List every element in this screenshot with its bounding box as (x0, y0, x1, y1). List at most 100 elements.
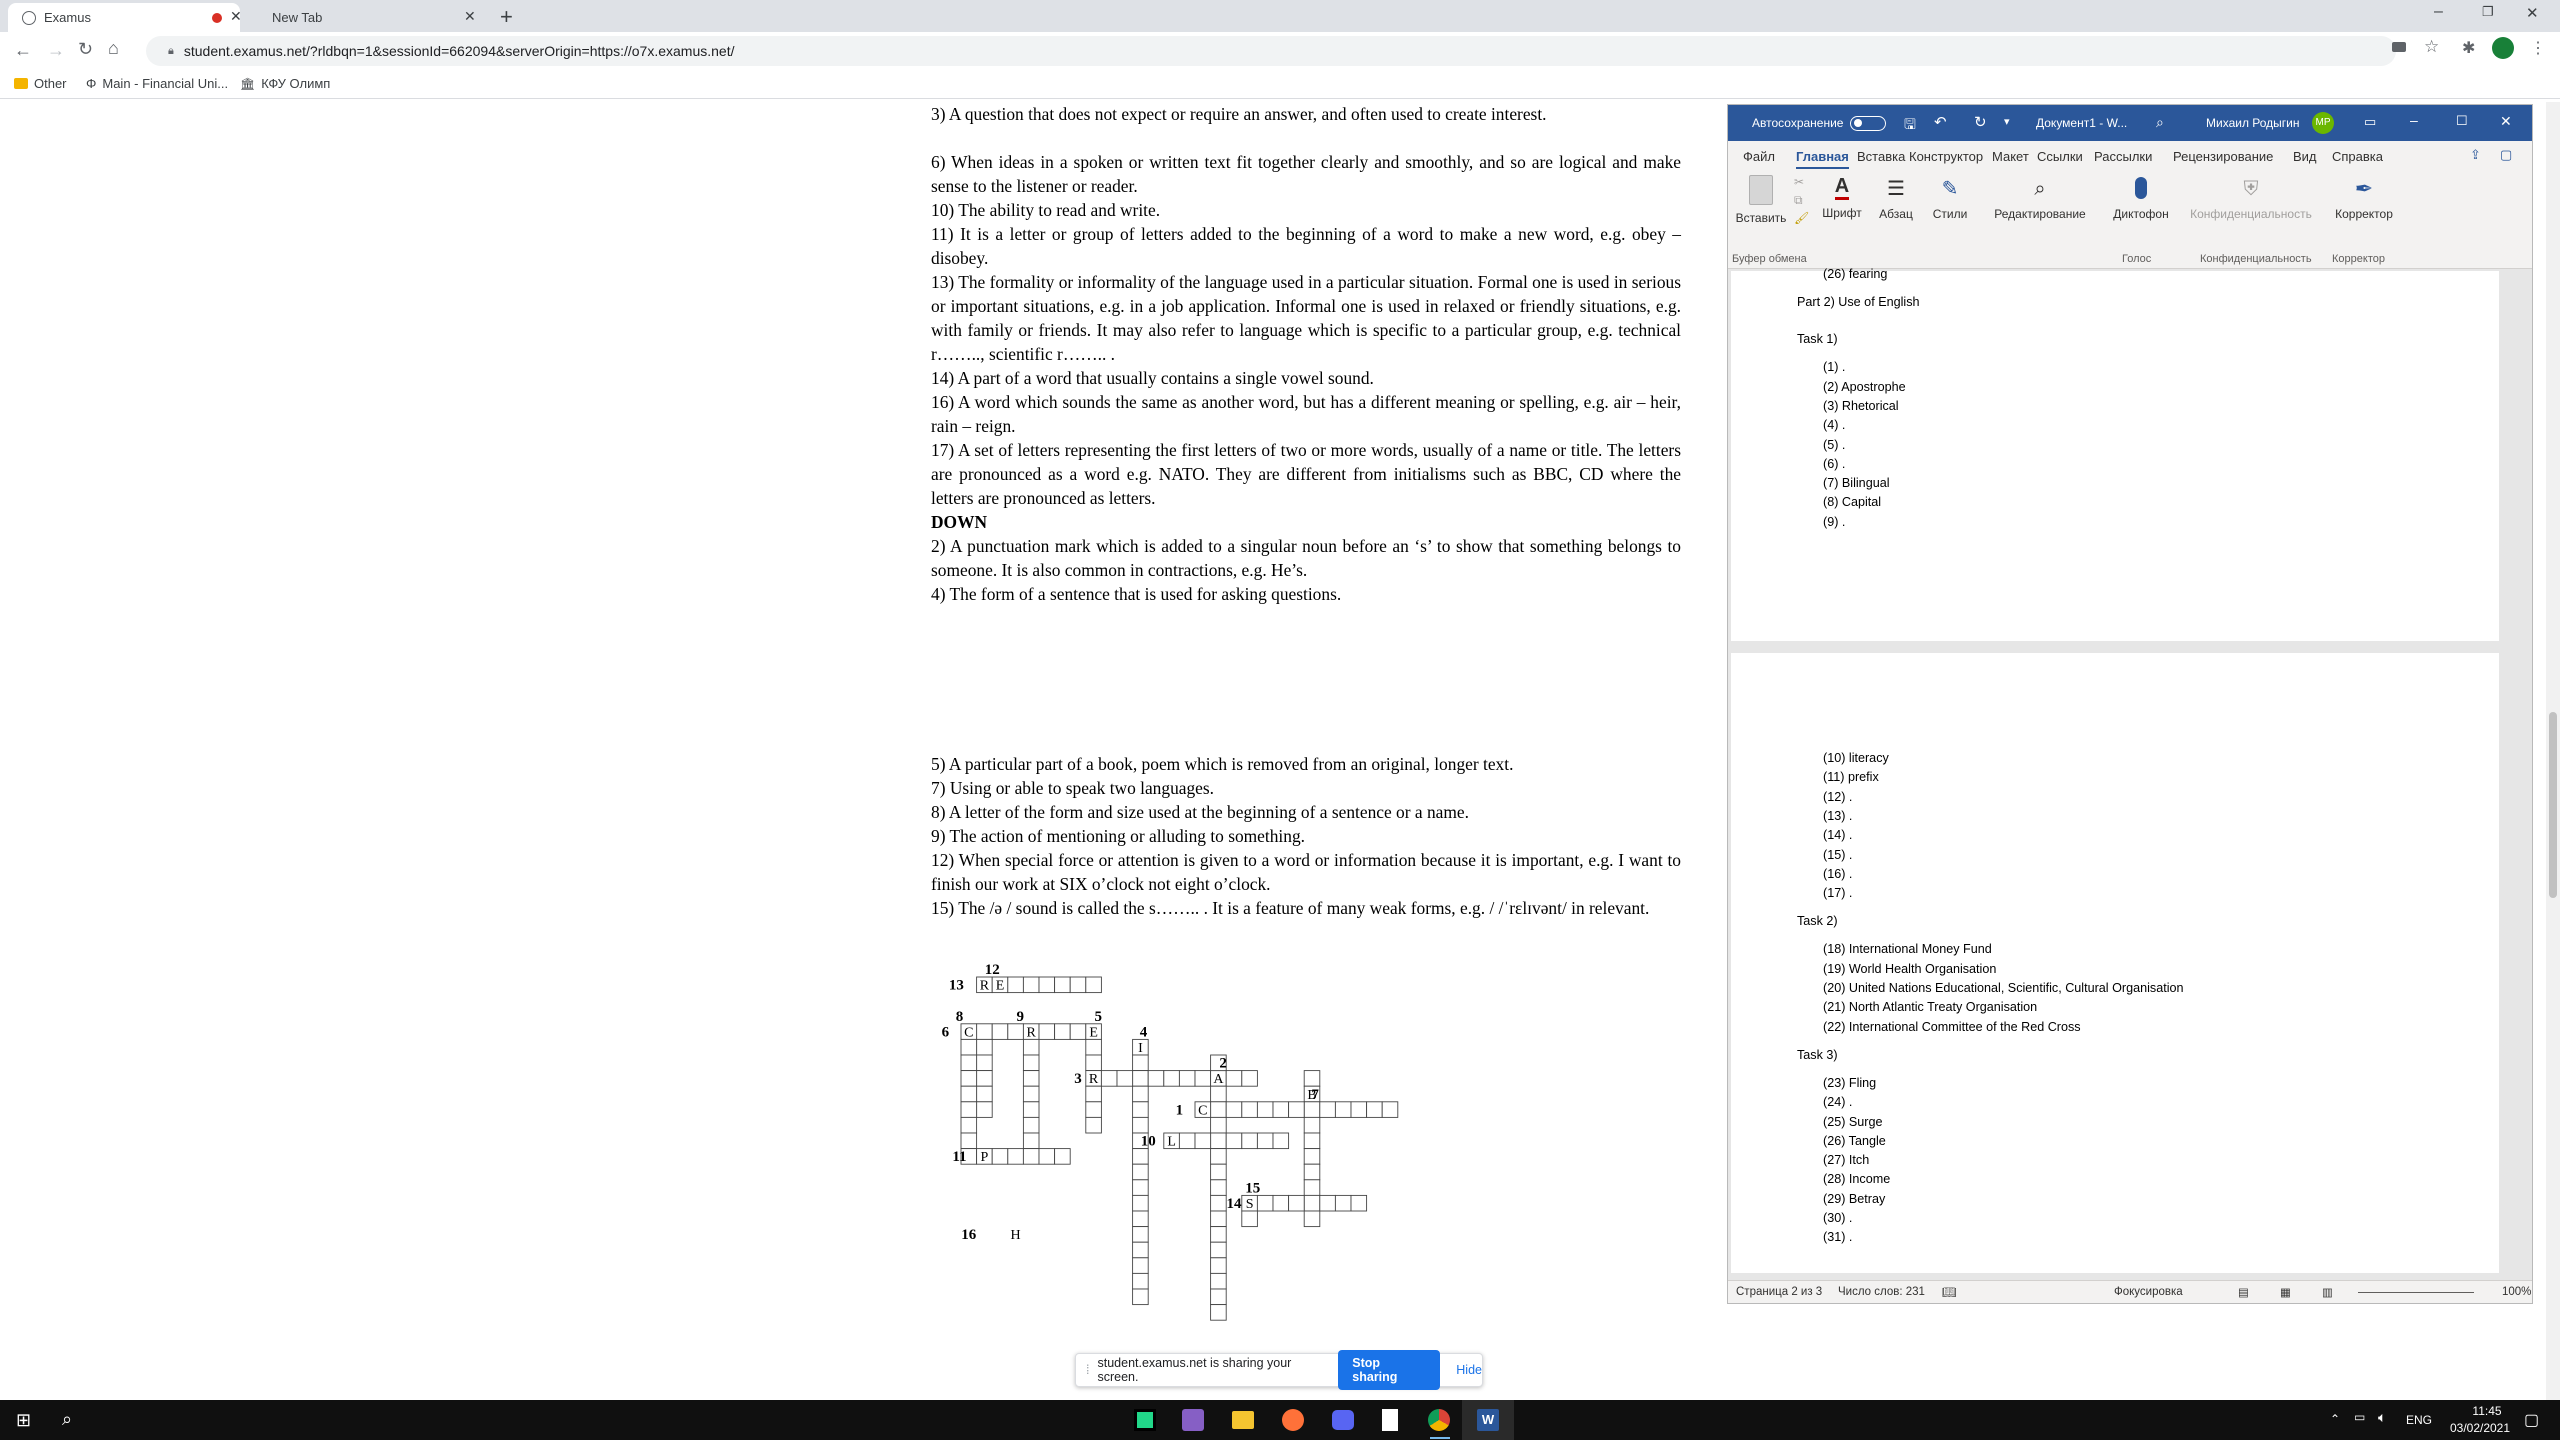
crossword-cell[interactable] (1210, 1116, 1227, 1134)
new-tab-button[interactable]: + (500, 4, 513, 30)
crossword-cell[interactable] (1178, 1070, 1196, 1087)
crossword-cell[interactable] (976, 1070, 993, 1087)
crossword-cell[interactable] (1038, 1148, 1056, 1165)
font-button[interactable]: A Шрифт (1820, 175, 1864, 220)
close-icon[interactable]: ✕ (464, 8, 476, 25)
crossword-cell[interactable] (1022, 1070, 1040, 1087)
crossword-cell[interactable] (1303, 1148, 1321, 1165)
crossword-cell[interactable] (1334, 1101, 1352, 1118)
crossword-cell[interactable] (1210, 1304, 1227, 1321)
word-scrollbar[interactable] (2510, 271, 2524, 1271)
crossword-cell[interactable] (1303, 1179, 1321, 1196)
format-painter-icon[interactable]: 🖌︎ (1794, 211, 1809, 225)
crossword-cell[interactable] (1022, 1116, 1040, 1134)
crossword-cell[interactable] (1303, 1101, 1321, 1118)
crossword-cell[interactable] (1132, 1085, 1149, 1103)
crossword-cell[interactable] (960, 1070, 978, 1087)
zoom-slider[interactable] (2358, 1292, 2474, 1293)
page-scrollbar[interactable] (2546, 102, 2560, 1400)
crossword-cell[interactable] (1288, 1194, 1305, 1212)
crossword-cell[interactable] (1303, 1210, 1321, 1228)
crossword-cell[interactable] (1272, 1194, 1290, 1212)
crossword-cell[interactable] (1022, 1038, 1040, 1056)
avatar[interactable] (2492, 37, 2514, 59)
crossword-cell[interactable] (1085, 1054, 1102, 1072)
crossword-cell[interactable] (960, 1054, 978, 1072)
tab-new-tab[interactable]: New Tab ✕ (244, 3, 484, 32)
minimize-icon[interactable]: – (2434, 3, 2443, 21)
visual-studio-icon[interactable] (1182, 1409, 1204, 1431)
crossword-cell[interactable] (1007, 976, 1024, 994)
crossword-cell[interactable] (960, 1132, 978, 1150)
crossword-cell[interactable] (1132, 1288, 1149, 1306)
crossword-cell[interactable] (960, 1085, 978, 1103)
paragraph-button[interactable]: ☰ Абзац (1874, 175, 1918, 221)
ribbon-tab[interactable]: Ссылки (2037, 149, 2083, 164)
crossword-cell[interactable] (1132, 1101, 1149, 1118)
crossword-cell[interactable] (960, 1101, 978, 1118)
crossword-cell[interactable] (1085, 976, 1102, 994)
comments-icon[interactable]: ▢ (2500, 147, 2512, 163)
home-icon[interactable]: ⌂ (108, 38, 119, 59)
crossword-cell[interactable] (1210, 1101, 1227, 1118)
clock-time[interactable]: 11:45 (2456, 1404, 2518, 1418)
crossword-cell[interactable] (1210, 1272, 1227, 1290)
volume-icon[interactable]: 🔈︎ (2378, 1409, 2386, 1426)
copy-icon[interactable]: ⧉ (1794, 193, 1803, 208)
crossword-cell[interactable] (1319, 1194, 1336, 1212)
web-layout-icon[interactable]: ▥ (2322, 1285, 2333, 1299)
print-layout-icon[interactable]: ▦ (2280, 1285, 2291, 1299)
crossword-cell[interactable] (1256, 1194, 1274, 1212)
crossword-cell[interactable] (976, 1101, 993, 1118)
crossword-cell[interactable] (1350, 1194, 1368, 1212)
ribbon-tab[interactable]: Файл (1743, 149, 1775, 164)
tab-examus[interactable]: Examus ✕ (8, 3, 242, 32)
crossword-cell[interactable] (1210, 1210, 1227, 1228)
redo-icon[interactable]: ↻ (1974, 113, 1987, 131)
dictate-button[interactable]: Диктофон (2106, 175, 2176, 221)
save-icon[interactable]: 🖫︎ (1904, 114, 1916, 138)
hide-button[interactable]: Hide (1456, 1363, 1482, 1377)
ribbon-tab[interactable]: Рассылки (2094, 149, 2152, 164)
user-avatar[interactable]: МР (2312, 112, 2334, 134)
crossword-cell[interactable] (976, 1085, 993, 1103)
crossword-cell[interactable] (960, 1038, 978, 1056)
privacy-button[interactable]: ⛨ Конфиденциальность (2186, 175, 2316, 221)
crossword-cell[interactable] (1007, 1148, 1024, 1165)
undo-icon[interactable]: ↶ (1934, 113, 1947, 131)
windows-start-icon[interactable]: ⊞ (16, 1410, 31, 1431)
corrector-button[interactable]: ✒ Корректор (2328, 175, 2400, 221)
styles-button[interactable]: ✎ Стили (1928, 175, 1972, 221)
close-icon[interactable]: ✕ (230, 8, 242, 25)
crossword-cell[interactable] (1319, 1101, 1336, 1118)
close-icon[interactable]: ✕ (2500, 113, 2512, 130)
focus-button[interactable]: Фокусировка (2114, 1286, 2183, 1298)
proofing-icon[interactable]: 📖︎ (1942, 1285, 1957, 1299)
crossword-cell[interactable] (1303, 1194, 1321, 1212)
ribbon-tab[interactable]: Вид (2293, 149, 2317, 164)
search-icon[interactable]: ⌕ (2156, 114, 2164, 131)
star-icon[interactable]: ☆ (2424, 37, 2439, 57)
crossword-cell[interactable] (1132, 1272, 1149, 1290)
crossword-cell[interactable] (1132, 1163, 1149, 1181)
firefox-icon[interactable] (1282, 1409, 1304, 1431)
crossword-cell[interactable] (1007, 1023, 1024, 1040)
ribbon-display-icon[interactable]: ▭ (2364, 114, 2376, 130)
crossword-cell[interactable] (1022, 1132, 1040, 1150)
network-icon[interactable]: ▭ (2354, 1410, 2365, 1424)
crossword-cell[interactable] (1132, 1148, 1149, 1165)
close-window-icon[interactable]: ✕ (2526, 4, 2539, 22)
camera-icon[interactable] (2392, 42, 2406, 52)
crossword-cell[interactable] (1256, 1132, 1274, 1150)
search-icon[interactable]: ⌕ (62, 1409, 72, 1430)
crossword-cell[interactable] (1256, 1101, 1274, 1118)
taskbar-word-slot[interactable]: W (1462, 1400, 1514, 1440)
crossword-cell[interactable] (1210, 1148, 1227, 1165)
discord-icon[interactable] (1332, 1410, 1354, 1430)
crossword-cell[interactable] (1303, 1116, 1321, 1134)
crossword-cell[interactable] (1272, 1132, 1290, 1150)
bookmark-other[interactable]: Other (14, 76, 67, 91)
zoom-level[interactable]: 100% (2502, 1286, 2531, 1298)
crossword-cell[interactable] (1210, 1085, 1227, 1103)
crossword-cell[interactable] (1022, 1085, 1040, 1103)
